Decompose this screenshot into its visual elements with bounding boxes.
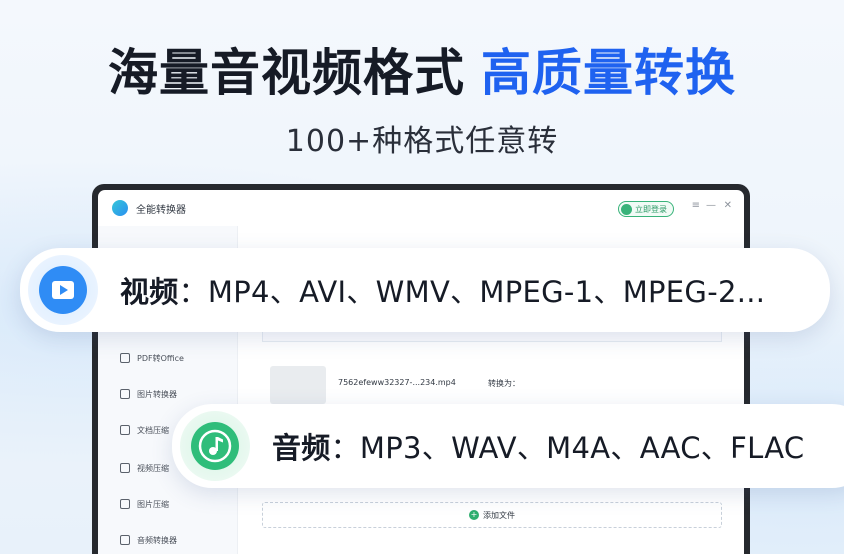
- audio-label: 音频: [272, 431, 331, 465]
- close-icon[interactable]: ✕: [724, 200, 732, 211]
- image-icon: [120, 389, 130, 399]
- sidebar-item-label: PDF转Office: [137, 353, 184, 363]
- audio-icon: [120, 535, 130, 545]
- sidebar-item-image-compress[interactable]: 图片压缩: [120, 496, 169, 512]
- play-icon: [39, 266, 87, 314]
- file-thumbnail: [270, 366, 326, 404]
- audio-formats-callout: 音频：MP3、WAV、M4A、AAC、FLAC: [172, 404, 844, 488]
- audio-badge: [180, 411, 250, 481]
- laptop-mockup: 全能转换器 立即登录 ≡ — ✕ PDF转Office 图片转换器 文档压缩 视…: [92, 184, 750, 554]
- sidebar-item-label: 音频转换器: [137, 535, 177, 545]
- page-subheadline: 100+种格式任意转: [285, 124, 559, 159]
- sidebar-item-label: 视频压缩: [137, 463, 169, 473]
- sidebar-item-video-compress[interactable]: 视频压缩: [120, 460, 169, 476]
- audio-formats-text: 音频：MP3、WAV、M4A、AAC、FLAC: [272, 425, 804, 467]
- minimize-icon[interactable]: —: [706, 200, 716, 211]
- login-button[interactable]: 立即登录: [618, 201, 674, 217]
- menu-icon[interactable]: ≡: [692, 200, 700, 211]
- pdf-icon: [120, 353, 130, 363]
- convert-to-label: 转换为：: [488, 379, 520, 388]
- add-file-button[interactable]: + 添加文件: [262, 502, 722, 528]
- sidebar-item-label: 文档压缩: [137, 425, 169, 435]
- login-label: 立即登录: [635, 204, 667, 214]
- video-badge: [28, 255, 98, 325]
- audio-format-list: ：MP3、WAV、M4A、AAC、FLAC: [330, 431, 805, 465]
- sidebar-item-doc-compress[interactable]: 文档压缩: [120, 422, 169, 438]
- sidebar-item-audio-converter[interactable]: 音频转换器: [120, 532, 177, 548]
- app-name: 全能转换器: [136, 204, 186, 216]
- document-icon: [120, 425, 130, 435]
- plus-icon: +: [469, 510, 479, 520]
- sidebar-item-label: 图片压缩: [137, 499, 169, 509]
- video-formats-text: 视频：MP4、AVI、WMV、MPEG-1、MPEG-2...: [120, 269, 765, 311]
- headline-highlight: 高质量转换: [481, 44, 736, 102]
- app-logo-icon: [112, 200, 128, 216]
- sidebar-item-label: 图片转换器: [137, 389, 177, 399]
- sidebar-item-image-converter[interactable]: 图片转换器: [120, 386, 177, 402]
- page-headline: 海量音视频格式 高质量转换: [0, 38, 844, 108]
- music-note-icon: [191, 422, 239, 470]
- file-name: 7562efeww32327-...234.mp4: [338, 378, 456, 387]
- app-titlebar: 全能转换器 立即登录 ≡ — ✕: [98, 190, 744, 226]
- app-window: 全能转换器 立即登录 ≡ — ✕ PDF转Office 图片转换器 文档压缩 视…: [98, 190, 744, 554]
- video-formats-callout: 视频：MP4、AVI、WMV、MPEG-1、MPEG-2...: [20, 248, 830, 332]
- image-icon: [120, 499, 130, 509]
- user-avatar-icon: [621, 203, 632, 215]
- add-file-label: 添加文件: [483, 510, 515, 520]
- sidebar-item-pdf-to-office[interactable]: PDF转Office: [120, 350, 184, 366]
- headline-main: 海量音视频格式: [108, 44, 465, 102]
- video-icon: [120, 463, 130, 473]
- video-label: 视频: [120, 275, 179, 309]
- video-format-list: ：MP4、AVI、WMV、MPEG-1、MPEG-2...: [178, 275, 766, 309]
